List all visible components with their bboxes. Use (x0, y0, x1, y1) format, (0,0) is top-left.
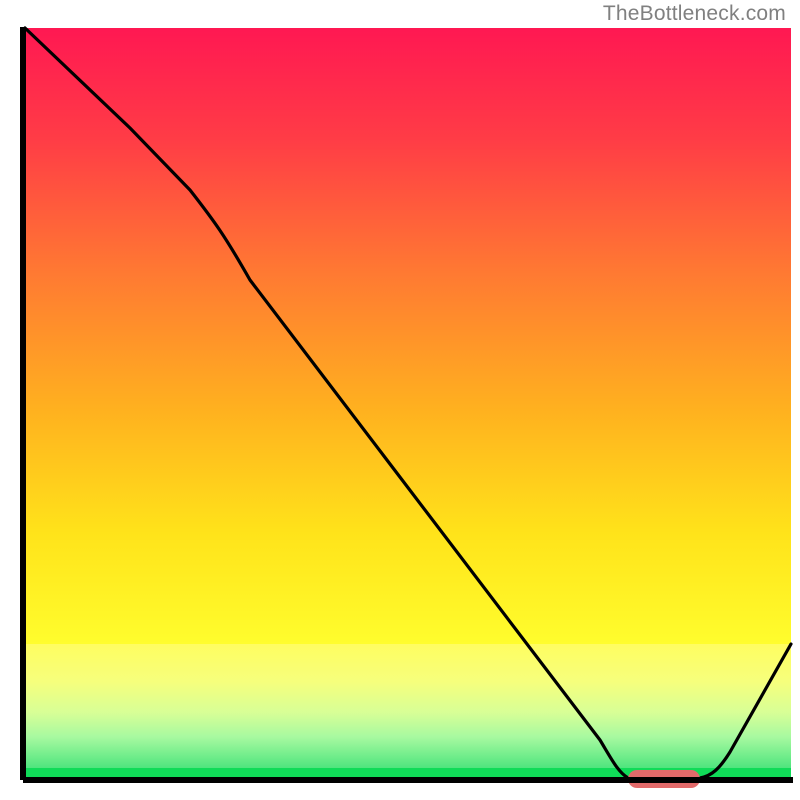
gradient-upper (25, 28, 791, 644)
chart-container: TheBottleneck.com (0, 0, 800, 800)
bottleneck-chart (0, 0, 800, 800)
gradient-lower-band (25, 644, 791, 768)
attribution-text: TheBottleneck.com (603, 2, 786, 26)
